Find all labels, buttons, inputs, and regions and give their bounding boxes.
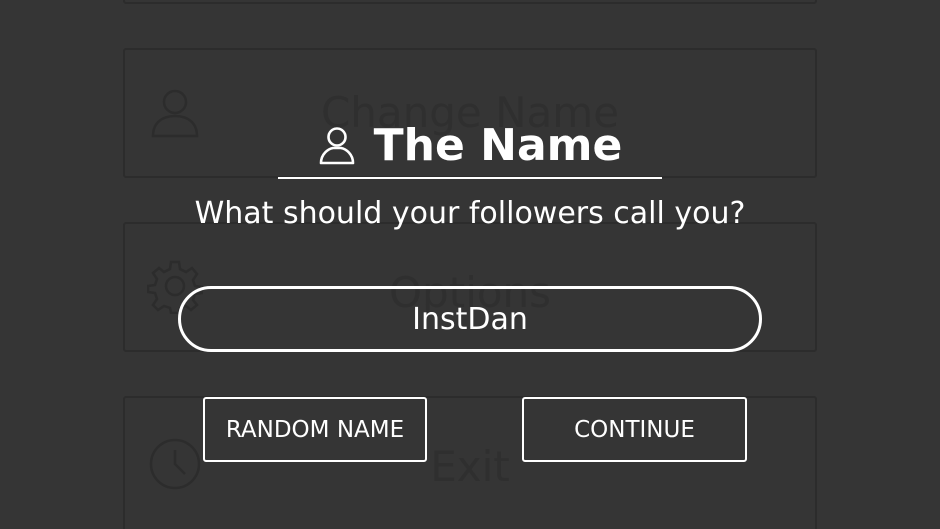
continue-button[interactable]: CONTINUE	[522, 397, 747, 462]
title-underline	[278, 177, 662, 179]
background-menu: Change Name Options Exit	[0, 0, 940, 529]
dialog-title-row: The Name	[278, 112, 662, 178]
name-input-value: InstDan	[412, 301, 528, 337]
user-icon	[318, 125, 356, 165]
name-screen: Change Name Options Exit The Name What s…	[0, 0, 940, 529]
random-name-button[interactable]: RANDOM NAME	[203, 397, 427, 462]
name-prompt: What should your followers call you?	[194, 196, 746, 231]
name-input[interactable]: InstDan	[178, 286, 762, 352]
dialog-title: The Name	[373, 119, 623, 171]
background-menu-item-top	[123, 0, 817, 4]
